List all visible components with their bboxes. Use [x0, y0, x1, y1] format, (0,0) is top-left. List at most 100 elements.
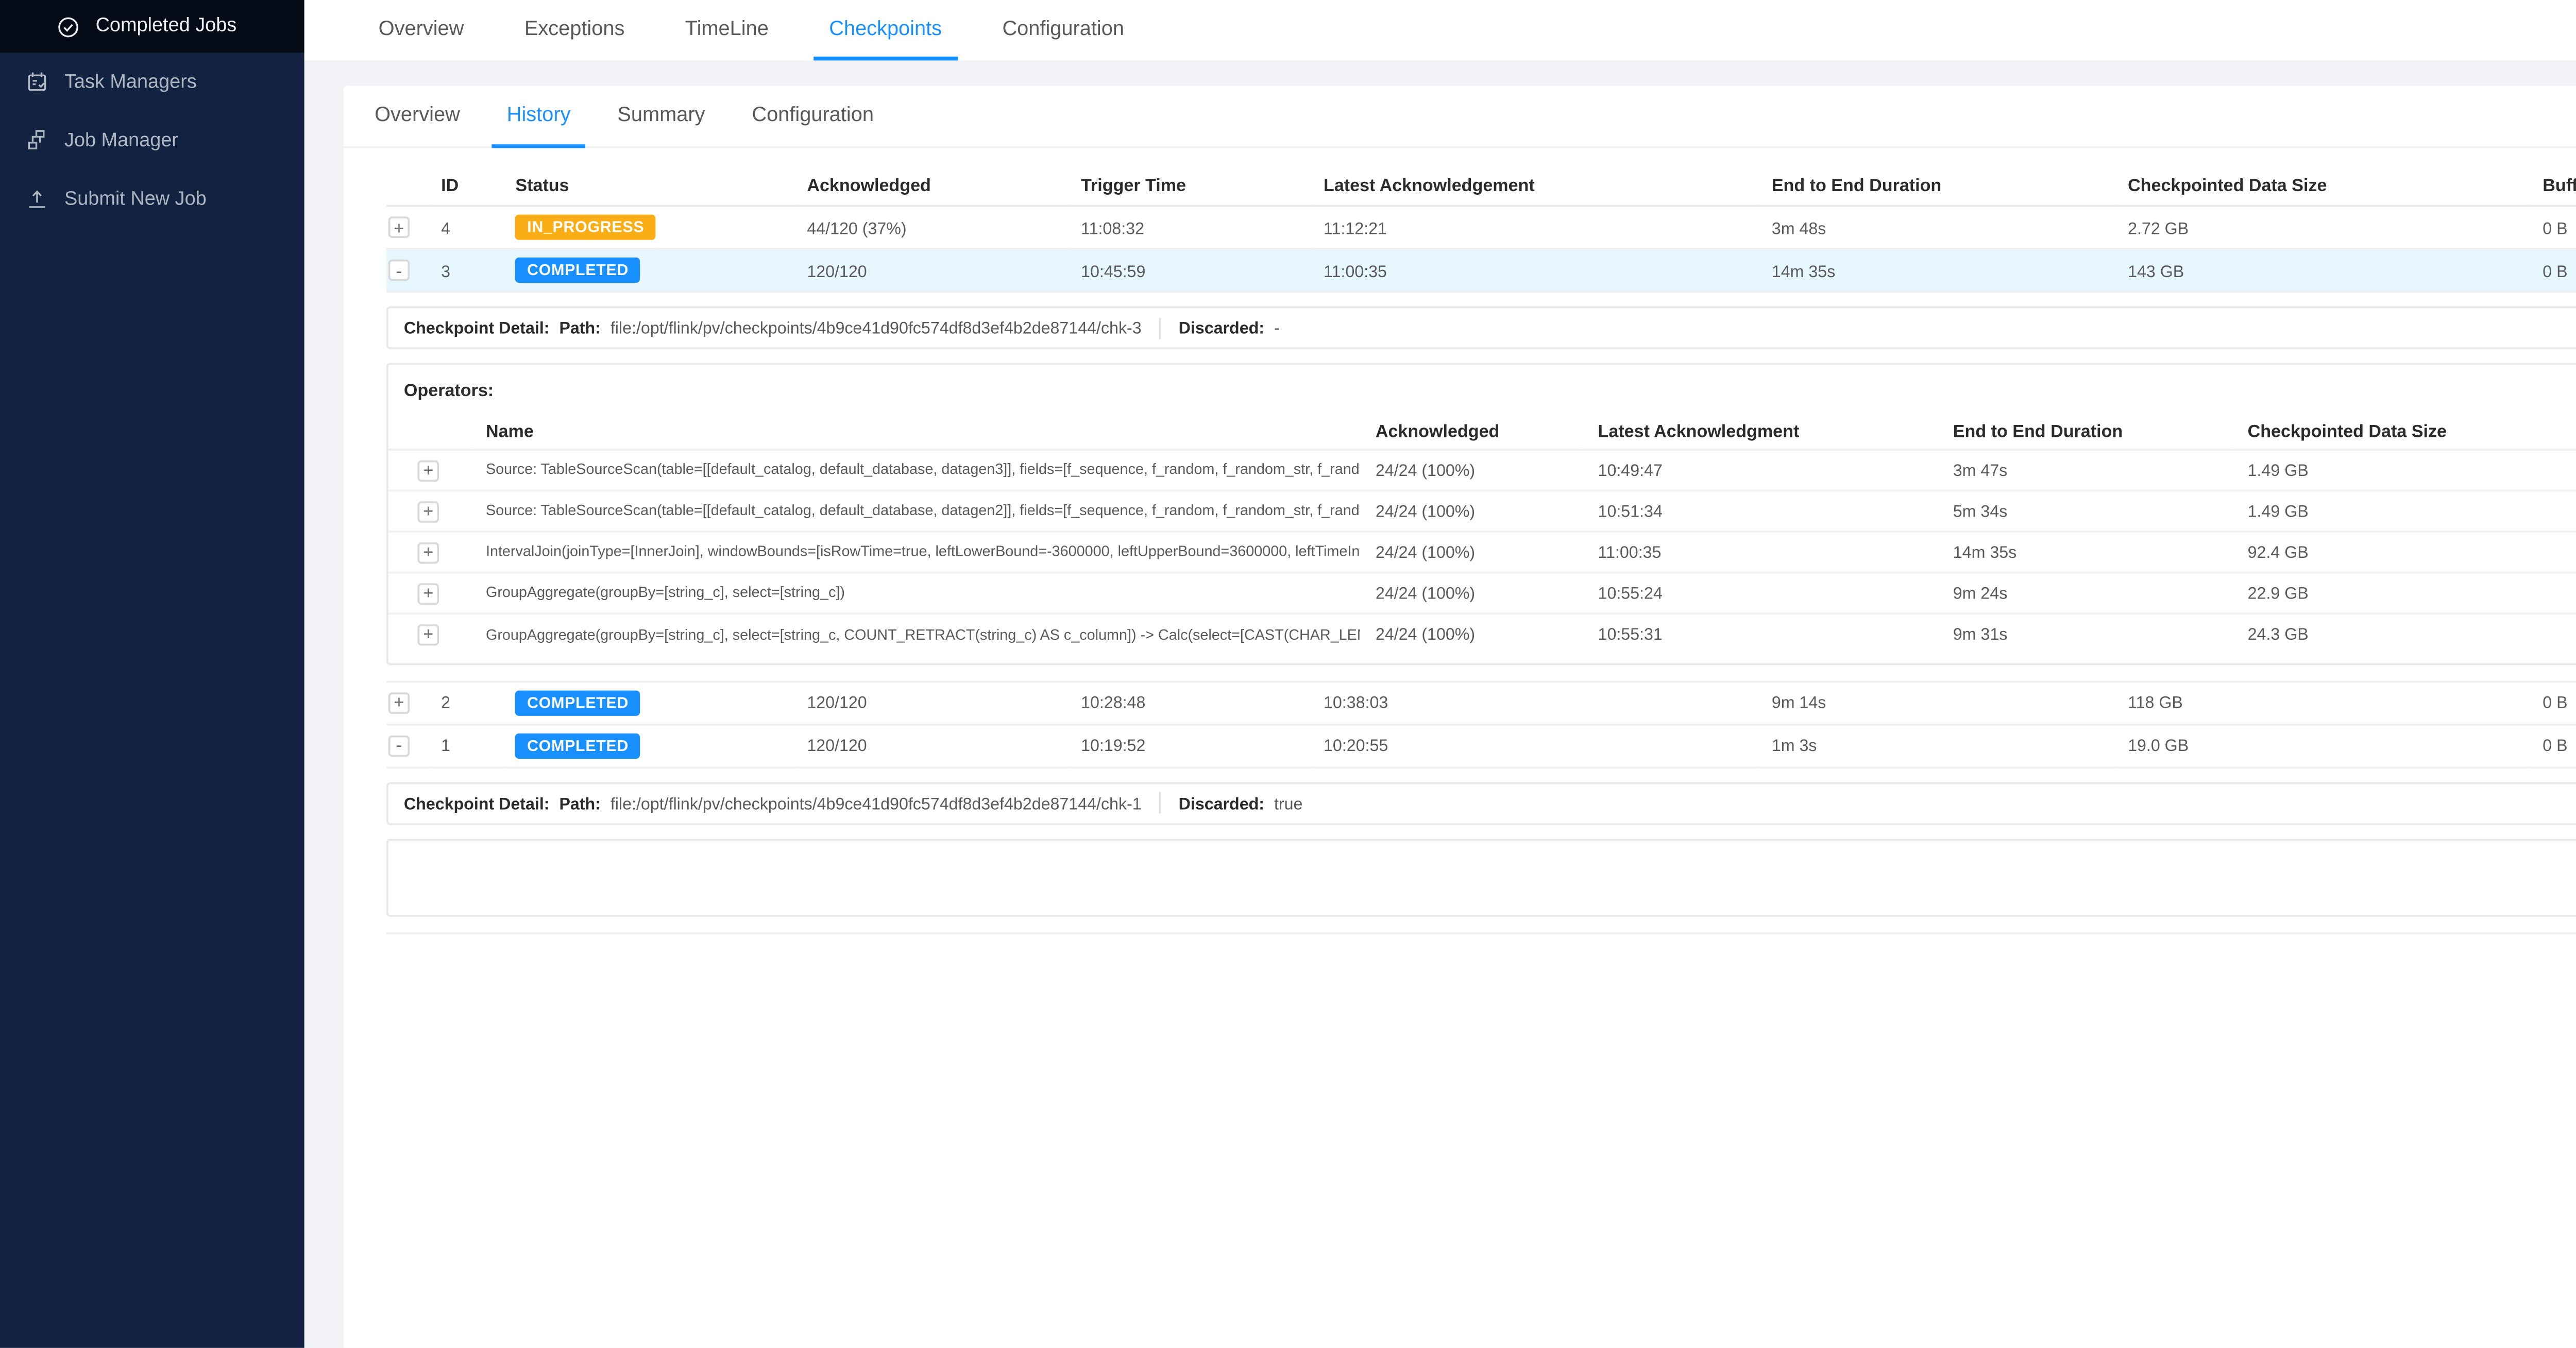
checkpoint-row-2[interactable]: + 2 COMPLETED 120/120 10:28:48 10:38:03 … — [386, 681, 2576, 724]
history-table-wrap: ID Status Acknowledged Trigger Time Late… — [344, 148, 2576, 933]
path-value: file:/opt/flink/pv/checkpoints/4b9ce41d9… — [611, 318, 1142, 337]
cell-data-size: 22.9 GB — [2232, 572, 2573, 613]
collapse-button[interactable]: - — [388, 260, 410, 281]
checkpoints-card: Overview History Summary Configuration R… — [344, 86, 2576, 1348]
operator-name: IntervalJoin(joinType=[InnerJoin], windo… — [486, 541, 981, 564]
sidebar-item-label: Job Manager — [64, 130, 178, 151]
subtab-history[interactable]: History — [491, 86, 586, 148]
collapse-button[interactable]: - — [388, 735, 410, 756]
tab-overview[interactable]: Overview — [363, 0, 479, 60]
col-acknowledged: Acknowledged — [795, 166, 1070, 206]
status-badge: IN_PROGRESS — [515, 215, 656, 240]
checkpoint-detail: Checkpoint Detail: Path: file:/opt/flink… — [386, 306, 2576, 349]
checkpoint-detail-label: Checkpoint Detail: — [404, 318, 550, 337]
checkpoints-header-row: ID Status Acknowledged Trigger Time Late… — [386, 166, 2576, 206]
col-buffered: Buffered During Alignment — [2573, 414, 2576, 450]
operators-table: Name Acknowledged Latest Acknowledgment … — [388, 414, 2576, 655]
sidebar-item-job-manager[interactable]: Job Manager — [0, 111, 304, 170]
cell-id: 2 — [429, 681, 503, 724]
checkpoint-row-1[interactable]: - 1 COMPLETED 120/120 10:19:52 10:20:55 … — [386, 724, 2576, 766]
status-badge: COMPLETED — [515, 732, 640, 758]
col-latest-ack: Latest Acknowledgement — [1312, 166, 1760, 206]
checkpoint-3-expanded-row: Checkpoint Detail: Path: file:/opt/flink… — [386, 292, 2576, 681]
cell-end-to-end: 9m 24s — [1937, 572, 2232, 613]
operator-row[interactable]: + Source: TableSourceScan(table=[[defaul… — [388, 450, 2576, 491]
cell-latest-ack: 10:55:24 — [1582, 572, 1937, 613]
discarded-value: true — [1274, 793, 1303, 812]
cell-trigger-time: 10:28:48 — [1069, 681, 1312, 724]
operators-panel — [386, 838, 2576, 916]
subtab-overview[interactable]: Overview — [359, 86, 476, 148]
cell-data-size: 92.4 GB — [2232, 532, 2573, 573]
expand-button[interactable]: + — [417, 500, 439, 522]
cell-acknowledged: 24/24 (100%) — [1360, 532, 1583, 573]
checkpoint-1-expanded-row: Checkpoint Detail: Path: file:/opt/flink… — [386, 766, 2576, 932]
operator-name: GroupAggregate(groupBy=[string_c], selec… — [486, 623, 981, 646]
operator-row[interactable]: + Source: TableSourceScan(table=[[defaul… — [388, 490, 2576, 532]
cell-buffered: 0 B — [2531, 249, 2576, 292]
tab-timeline[interactable]: TimeLine — [669, 0, 784, 60]
cell-buffered: 0 B — [2531, 206, 2576, 249]
operator-row[interactable]: + GroupAggregate(groupBy=[string_c], sel… — [388, 613, 2576, 655]
expand-button[interactable]: + — [388, 216, 410, 238]
cell-latest-ack: 10:49:47 — [1582, 450, 1937, 491]
cell-end-to-end: 3m 48s — [1760, 206, 2116, 249]
cell-id: 4 — [429, 206, 503, 249]
cell-end-to-end: 14m 35s — [1760, 249, 2116, 292]
operators-label: Operators: — [388, 377, 2576, 414]
sidebar-item-submit-new-job[interactable]: Submit New Job — [0, 169, 304, 228]
sidebar-item-completed-jobs[interactable]: Completed Jobs — [0, 0, 304, 53]
cell-id: 1 — [429, 724, 503, 766]
cell-end-to-end: 14m 35s — [1937, 532, 2232, 573]
tab-configuration[interactable]: Configuration — [987, 0, 1140, 60]
cell-acknowledged: 24/24 (100%) — [1360, 450, 1583, 491]
discarded-label: Discarded: — [1179, 793, 1264, 812]
sidebar: Completed Jobs Task Managers Job Manager… — [0, 0, 304, 1348]
check-circle-icon — [57, 14, 80, 38]
cell-latest-ack: 11:12:21 — [1312, 206, 1760, 249]
checkpoint-row-4[interactable]: + 4 IN_PROGRESS 44/120 (37%) 11:08:32 11… — [386, 206, 2576, 249]
operator-row[interactable]: + GroupAggregate(groupBy=[string_c], sel… — [388, 572, 2576, 613]
sidebar-item-label: Completed Jobs — [96, 15, 237, 37]
cell-data-size: 143 GB — [2116, 249, 2531, 292]
tab-exceptions[interactable]: Exceptions — [509, 0, 640, 60]
checkpoint-row-3[interactable]: - 3 COMPLETED 120/120 10:45:59 11:00:35 … — [386, 249, 2576, 292]
subtab-configuration[interactable]: Configuration — [736, 86, 889, 148]
status-badge: COMPLETED — [515, 258, 640, 283]
checkpoints-table: ID Status Acknowledged Trigger Time Late… — [386, 166, 2576, 933]
cell-end-to-end: 1m 3s — [1760, 724, 2116, 766]
expand-button[interactable]: + — [417, 541, 439, 563]
cell-data-size: 19.0 GB — [2116, 724, 2531, 766]
expand-button[interactable]: + — [388, 691, 410, 713]
col-data-size: Checkpointed Data Size — [2232, 414, 2573, 450]
operator-name: Source: TableSourceScan(table=[[default_… — [486, 500, 981, 522]
expand-button[interactable]: + — [417, 582, 439, 604]
cell-latest-ack: 11:00:35 — [1582, 532, 1937, 573]
cell-latest-ack: 10:51:34 — [1582, 490, 1937, 532]
discarded-label: Discarded: — [1179, 318, 1264, 337]
sidebar-item-label: Submit New Job — [64, 188, 207, 210]
cell-acknowledged: 24/24 (100%) — [1360, 572, 1583, 613]
operator-row[interactable]: + IntervalJoin(joinType=[InnerJoin], win… — [388, 532, 2576, 573]
cell-end-to-end: 3m 47s — [1937, 450, 2232, 491]
cell-buffered: 0 B — [2573, 532, 2576, 573]
cell-acknowledged: 120/120 — [795, 681, 1070, 724]
expand-button[interactable]: + — [417, 459, 439, 481]
upload-icon — [25, 187, 48, 211]
cell-buffered: 0 B — [2531, 681, 2576, 724]
cell-data-size: 1.49 GB — [2232, 450, 2573, 491]
tab-checkpoints[interactable]: Checkpoints — [814, 0, 957, 60]
status-badge: COMPLETED — [515, 690, 640, 715]
subtab-summary[interactable]: Summary — [602, 86, 721, 148]
col-id: ID — [429, 166, 503, 206]
cell-id: 3 — [429, 249, 503, 292]
path-label: Path: — [559, 793, 600, 812]
col-buffered: Buffered During Alignment — [2531, 166, 2576, 206]
expand-button[interactable]: + — [417, 624, 439, 645]
cell-buffered: 0 B — [2573, 572, 2576, 613]
divider — [1159, 792, 1161, 814]
cell-trigger-time: 10:45:59 — [1069, 249, 1312, 292]
cell-data-size: 118 GB — [2116, 681, 2531, 724]
sidebar-item-task-managers[interactable]: Task Managers — [0, 53, 304, 111]
cell-end-to-end: 9m 31s — [1937, 613, 2232, 655]
